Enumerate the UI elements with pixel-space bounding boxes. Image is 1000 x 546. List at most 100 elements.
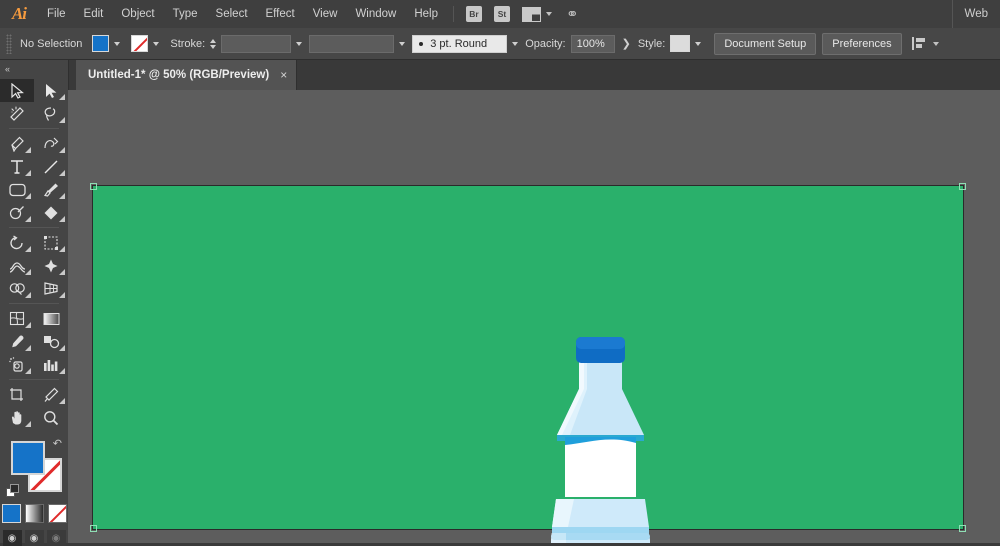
document-tab[interactable]: Untitled-1* @ 50% (RGB/Preview) × xyxy=(76,60,298,90)
tool-list xyxy=(0,77,68,429)
workspace-switcher-icon[interactable]: ⚭ xyxy=(566,7,579,22)
zoom-tool[interactable] xyxy=(34,406,68,429)
menu-divider xyxy=(453,6,454,22)
stock-icon[interactable]: St xyxy=(494,6,510,22)
tool-divider xyxy=(0,376,68,383)
swap-fill-stroke-icon[interactable]: ↶ xyxy=(53,437,62,450)
brush-definition-label: 3 pt. Round xyxy=(430,37,488,50)
chevron-right-icon[interactable]: ❯ xyxy=(622,37,631,50)
draw-mode-buttons: ◉ ◉ ◉ xyxy=(0,530,68,546)
control-bar: No Selection Stroke: 3 pt. Round Opacity… xyxy=(0,28,1000,60)
color-mode-button[interactable] xyxy=(1,504,21,523)
selection-status: No Selection xyxy=(20,37,83,50)
chevron-down-icon[interactable] xyxy=(296,41,303,46)
type-tool[interactable] xyxy=(0,155,34,178)
tool-divider xyxy=(0,125,68,132)
pen-tool[interactable] xyxy=(0,132,34,155)
blend-tool[interactable] xyxy=(34,330,68,353)
stroke-weight-input[interactable] xyxy=(221,34,292,53)
chevron-down-icon[interactable] xyxy=(399,41,406,46)
slice-tool[interactable] xyxy=(34,383,68,406)
variable-width-input[interactable] xyxy=(309,34,395,53)
document-tab-title: Untitled-1* @ 50% (RGB/Preview) xyxy=(88,69,270,81)
chevron-down-icon[interactable] xyxy=(512,41,519,46)
curvature-tool[interactable] xyxy=(34,132,68,155)
gradient-tool[interactable] xyxy=(34,307,68,330)
menu-effect[interactable]: Effect xyxy=(257,0,304,28)
free-transform-tool[interactable] xyxy=(34,254,68,277)
width-tool[interactable] xyxy=(0,254,34,277)
shaper-tool[interactable] xyxy=(0,201,34,224)
mesh-tool[interactable] xyxy=(0,307,34,330)
menu-bar: Ai File Edit Object Type Select Effect V… xyxy=(0,0,1000,29)
gradient-mode-button[interactable] xyxy=(24,504,44,523)
align-panel-icon[interactable] xyxy=(911,37,939,50)
bridge-icon[interactable]: Br xyxy=(466,6,482,22)
app-logo-icon: Ai xyxy=(11,4,27,23)
control-bar-grip[interactable] xyxy=(6,33,12,54)
scale-tool[interactable] xyxy=(34,231,68,254)
style-label: Style: xyxy=(637,37,666,50)
selection-tool[interactable] xyxy=(0,79,34,102)
opacity-input[interactable]: 100% xyxy=(570,34,615,53)
artboard-corner-handle xyxy=(90,183,97,190)
eraser-tool[interactable] xyxy=(34,201,68,224)
document-setup-button[interactable]: Document Setup xyxy=(714,32,817,55)
artboard-tool[interactable] xyxy=(0,383,34,406)
chevron-down-icon[interactable] xyxy=(695,41,702,46)
none-mode-button[interactable] xyxy=(47,504,67,523)
menu-help[interactable]: Help xyxy=(405,0,447,28)
fill-stroke-controls: ↶ xyxy=(0,433,68,503)
stroke-swatch[interactable] xyxy=(131,35,149,52)
column-graph-tool[interactable] xyxy=(34,353,68,376)
rectangle-tool[interactable] xyxy=(0,178,34,201)
magic-wand-tool[interactable] xyxy=(0,102,34,125)
close-icon[interactable]: × xyxy=(280,69,287,81)
hand-tool[interactable] xyxy=(0,406,34,429)
direct-selection-tool[interactable] xyxy=(34,79,68,102)
symbol-sprayer-tool[interactable] xyxy=(0,353,34,376)
stroke-swatch-group[interactable] xyxy=(131,35,166,52)
preferences-button[interactable]: Preferences xyxy=(822,32,902,55)
menu-file[interactable]: File xyxy=(38,0,75,28)
draw-behind-button[interactable]: ◉ xyxy=(24,530,44,546)
illustrator-window: Ai File Edit Object Type Select Effect V… xyxy=(0,0,1000,546)
menu-view[interactable]: View xyxy=(304,0,347,28)
shape-builder-tool[interactable] xyxy=(0,277,34,300)
chevron-down-icon[interactable] xyxy=(153,41,160,46)
tool-panel: « ↶ ◉ ◉ ◉ xyxy=(0,60,69,546)
fill-swatch-group[interactable] xyxy=(92,35,127,52)
default-fill-stroke-icon[interactable] xyxy=(6,484,19,497)
draw-inside-button[interactable]: ◉ xyxy=(46,530,66,546)
menu-select[interactable]: Select xyxy=(207,0,257,28)
menu-window[interactable]: Window xyxy=(346,0,405,28)
menu-type[interactable]: Type xyxy=(164,0,207,28)
brush-definition-select[interactable]: 3 pt. Round xyxy=(412,34,508,53)
menu-edit[interactable]: Edit xyxy=(75,0,113,28)
perspective-grid-tool[interactable] xyxy=(34,277,68,300)
draw-normal-button[interactable]: ◉ xyxy=(2,530,22,546)
water-bottle-illustration[interactable] xyxy=(548,331,653,543)
workspace-label[interactable]: Web xyxy=(951,0,1000,28)
rotate-tool[interactable] xyxy=(0,231,34,254)
artboard-corner-handle xyxy=(959,525,966,532)
opacity-label: Opacity: xyxy=(525,37,566,50)
chevron-down-icon[interactable] xyxy=(114,41,121,46)
fill-swatch[interactable] xyxy=(92,35,110,52)
canvas-area[interactable] xyxy=(68,90,1000,543)
artboard-corner-handle xyxy=(90,525,97,532)
menu-object[interactable]: Object xyxy=(112,0,163,28)
stroke-label: Stroke: xyxy=(170,37,206,50)
arrange-documents-icon[interactable] xyxy=(522,6,552,22)
chevron-down-icon xyxy=(932,41,939,46)
chevron-down-icon xyxy=(546,12,552,16)
lasso-tool[interactable] xyxy=(34,102,68,125)
paintbrush-tool[interactable] xyxy=(34,178,68,201)
fill-color-box[interactable] xyxy=(11,441,45,475)
stroke-weight-stepper[interactable] xyxy=(210,35,217,53)
line-segment-tool[interactable] xyxy=(34,155,68,178)
collapse-panel-icon[interactable]: « xyxy=(0,60,68,77)
eyedropper-tool[interactable] xyxy=(0,330,34,353)
style-swatch[interactable] xyxy=(670,35,691,52)
artboard[interactable] xyxy=(90,183,966,543)
